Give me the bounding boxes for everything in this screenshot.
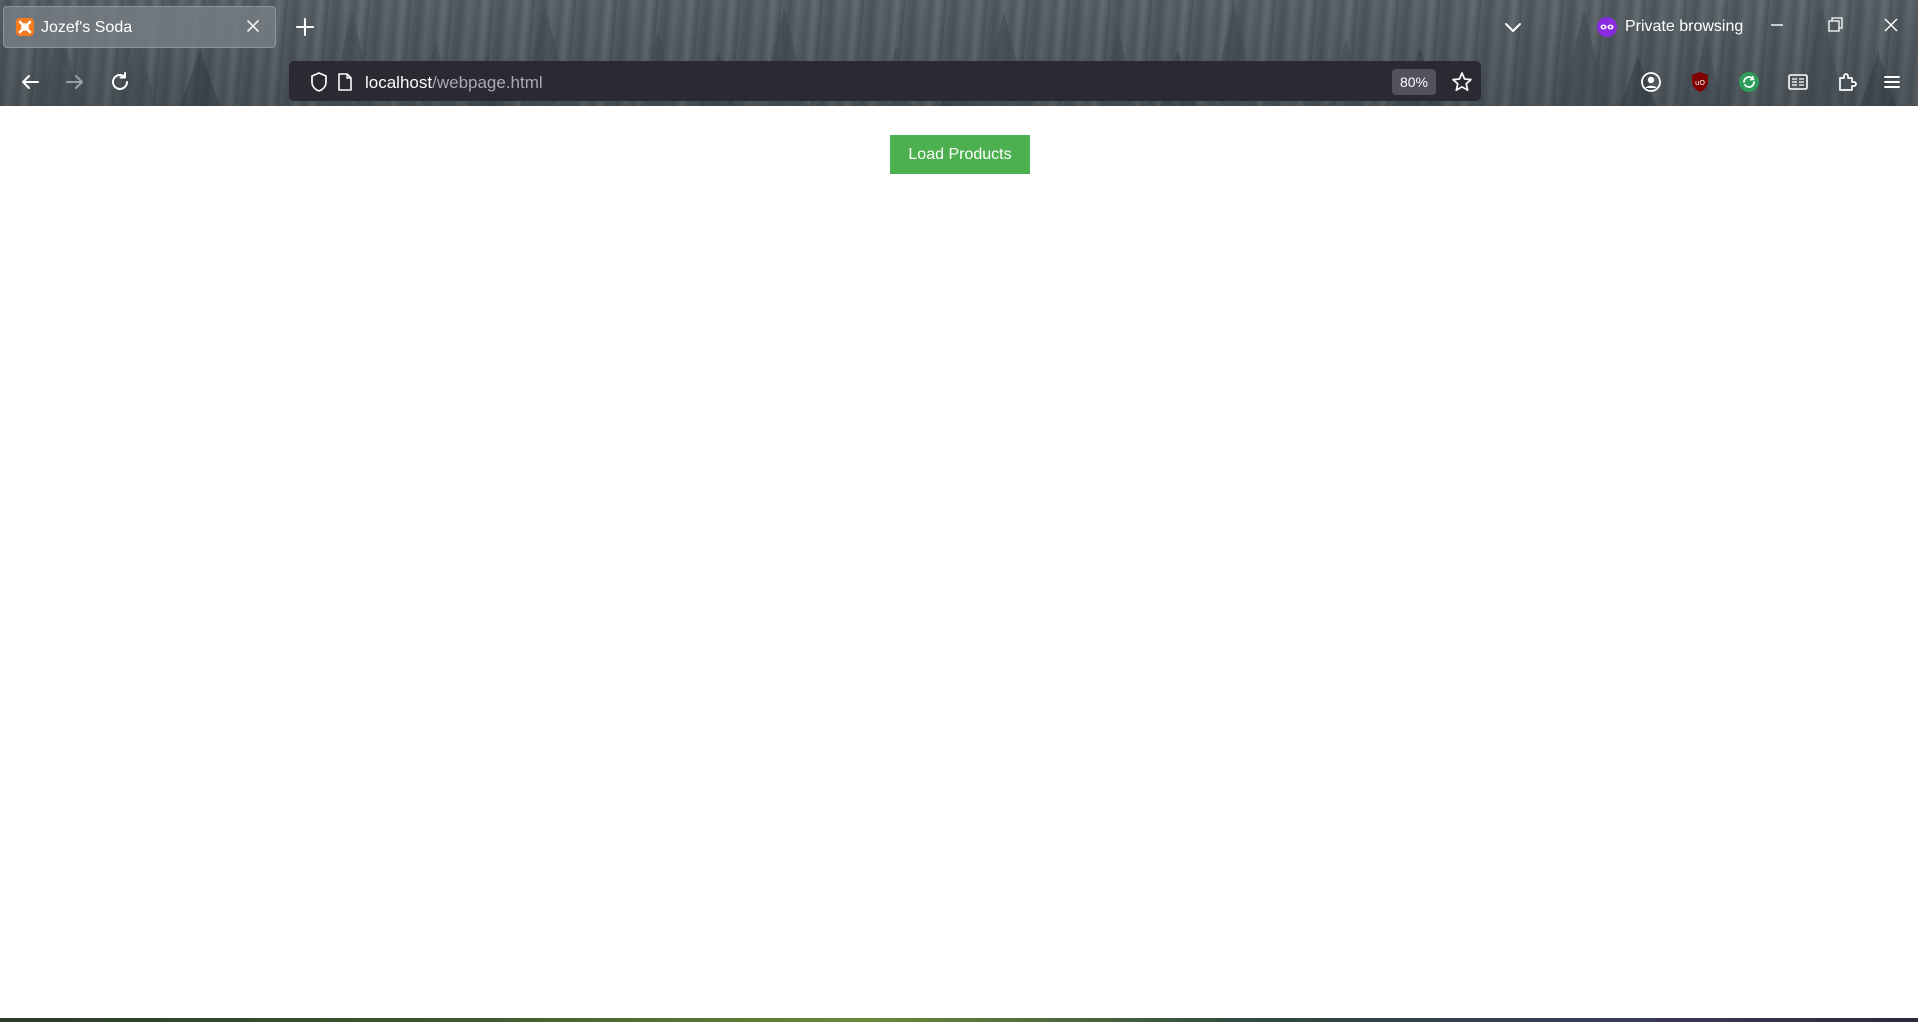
url-host: localhost: [365, 73, 433, 92]
browser-window: Jozef's Soda Private browsing localhost/…: [0, 0, 1918, 1022]
page-info-icon[interactable]: [336, 72, 354, 92]
close-window-button[interactable]: [1880, 14, 1902, 36]
zoom-level-button[interactable]: 80%: [1392, 69, 1436, 95]
reload-button[interactable]: [108, 70, 132, 94]
reload-icon: [112, 72, 128, 90]
minimize-icon: [1771, 24, 1783, 26]
restore-button[interactable]: [1824, 14, 1846, 36]
desktop-background-strip: [0, 1018, 1918, 1022]
url-path: /webpage.html: [432, 73, 543, 92]
close-tab-icon[interactable]: [243, 16, 263, 36]
minimize-button[interactable]: [1766, 14, 1788, 36]
arrow-right-icon: [66, 75, 83, 89]
xampp-icon: [16, 18, 34, 36]
new-tab-button[interactable]: [294, 16, 316, 38]
hamburger-menu-icon[interactable]: [1880, 70, 1904, 94]
ublock-origin-icon[interactable]: uO: [1688, 70, 1712, 94]
extensions-puzzle-icon[interactable]: [1835, 70, 1859, 94]
private-browsing-indicator: Private browsing: [1597, 16, 1743, 38]
reader-view-icon[interactable]: [1786, 70, 1810, 94]
back-button[interactable]: [18, 70, 42, 94]
chevron-down-icon: [1505, 23, 1521, 32]
account-icon[interactable]: [1639, 70, 1663, 94]
plus-icon: [296, 18, 314, 36]
load-products-button[interactable]: Load Products: [890, 135, 1030, 174]
arrow-left-icon: [22, 75, 39, 89]
tab-title: Jozef's Soda: [41, 19, 133, 36]
sync-extension-icon[interactable]: [1737, 70, 1761, 94]
tab-jozefs-soda[interactable]: Jozef's Soda: [3, 6, 276, 48]
private-mask-icon: [1597, 17, 1617, 37]
shield-icon[interactable]: [308, 71, 330, 93]
list-all-tabs-button[interactable]: [1502, 16, 1524, 38]
private-browsing-label: Private browsing: [1625, 18, 1744, 35]
bookmark-star-icon[interactable]: [1450, 70, 1474, 94]
restore-icon: [1828, 17, 1843, 32]
close-icon: [1884, 18, 1898, 32]
url-text[interactable]: localhost/webpage.html: [365, 73, 543, 93]
forward-button[interactable]: [63, 70, 87, 94]
browser-chrome: Jozef's Soda Private browsing localhost/…: [0, 0, 1918, 106]
svg-text:uO: uO: [1695, 79, 1705, 87]
page-content: Load Products: [0, 106, 1918, 1018]
